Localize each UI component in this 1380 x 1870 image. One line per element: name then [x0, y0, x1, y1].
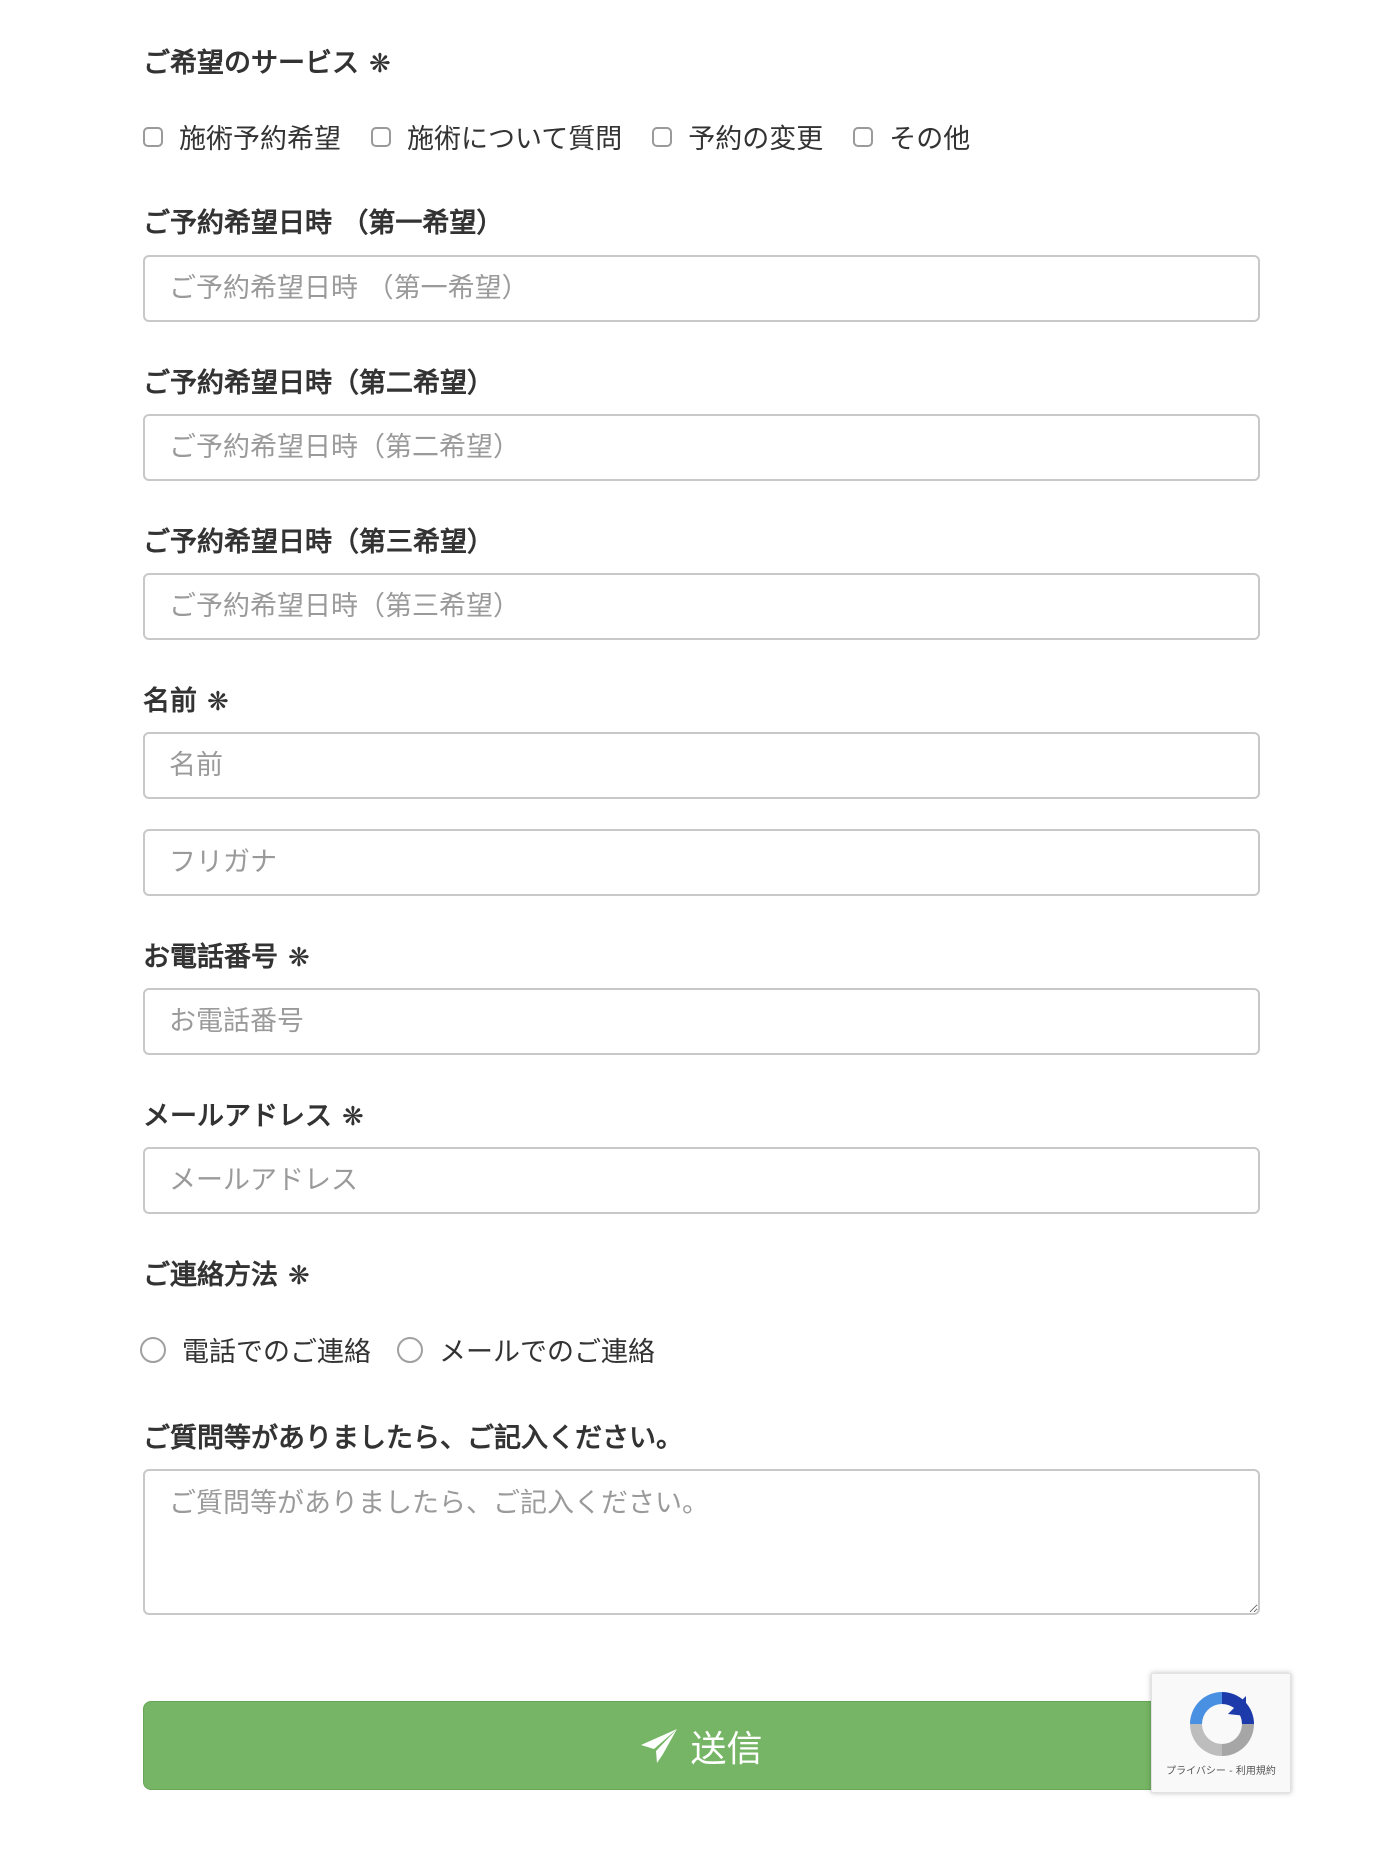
- date1-label: ご予約希望日時 （第一希望）: [143, 208, 504, 239]
- phone-input[interactable]: [143, 988, 1260, 1055]
- radio-button[interactable]: [397, 1336, 423, 1363]
- furigana-input[interactable]: [143, 829, 1260, 896]
- checkbox[interactable]: [143, 126, 163, 147]
- phone-label: お電話番号 ❋: [143, 944, 310, 971]
- checkbox[interactable]: [371, 126, 391, 147]
- required-mark: ❋: [342, 1102, 364, 1132]
- option-label: 予約の変更: [688, 124, 824, 155]
- contact-option-email[interactable]: メールでのご連絡: [397, 1330, 655, 1369]
- service-label: ご希望のサービス ❋: [143, 50, 391, 77]
- date3-input[interactable]: [143, 573, 1260, 640]
- question-textarea[interactable]: [143, 1469, 1260, 1615]
- name-label-text: 名前: [143, 686, 197, 717]
- required-mark: ❋: [288, 943, 310, 973]
- option-label: その他: [889, 124, 971, 155]
- phone-label-text: お電話番号: [143, 942, 278, 973]
- required-mark: ❋: [369, 49, 391, 79]
- submit-button[interactable]: 送信: [143, 1701, 1260, 1790]
- option-label: 施術について質問: [407, 124, 623, 155]
- contact-method-label-text: ご連絡方法: [143, 1260, 278, 1291]
- question-label: ご質問等がありましたら、ご記入ください。: [143, 1423, 683, 1454]
- service-option-other[interactable]: その他: [853, 117, 970, 156]
- service-option-treatment-question[interactable]: 施術について質問: [371, 117, 622, 156]
- option-label: 電話でのご連絡: [182, 1337, 371, 1368]
- name-label: 名前 ❋: [143, 688, 229, 715]
- recaptcha-badge[interactable]: プライバシー - 利用規約: [1151, 1673, 1291, 1793]
- email-label: メールアドレス ❋: [143, 1103, 364, 1130]
- option-label: 施術予約希望: [179, 124, 341, 155]
- recaptcha-privacy-terms[interactable]: プライバシー - 利用規約: [1152, 1762, 1290, 1777]
- date2-input[interactable]: [143, 414, 1260, 481]
- checkbox[interactable]: [652, 126, 673, 147]
- service-label-text: ご希望のサービス: [143, 48, 359, 79]
- contact-method-options: 電話でのご連絡 メールでのご連絡: [140, 1330, 655, 1369]
- submit-label: 送信: [690, 1728, 763, 1770]
- required-mark: ❋: [288, 1261, 310, 1291]
- service-options: 施術予約希望 施術について質問 予約の変更 その他: [143, 117, 970, 156]
- date3-label: ご予約希望日時（第三希望）: [143, 527, 494, 558]
- checkbox[interactable]: [853, 126, 874, 147]
- email-input[interactable]: [143, 1147, 1260, 1214]
- name-input[interactable]: [143, 732, 1260, 799]
- service-option-treatment-reservation[interactable]: 施術予約希望: [143, 117, 341, 156]
- service-option-change-reservation[interactable]: 予約の変更: [652, 117, 823, 156]
- paper-plane-icon: [641, 1728, 678, 1763]
- email-label-text: メールアドレス: [143, 1101, 332, 1132]
- radio-button[interactable]: [140, 1336, 166, 1363]
- date1-input[interactable]: [143, 255, 1260, 322]
- recaptcha-logo-icon: [1190, 1692, 1254, 1756]
- date2-label: ご予約希望日時（第二希望）: [143, 368, 494, 399]
- contact-method-label: ご連絡方法 ❋: [143, 1262, 310, 1289]
- required-mark: ❋: [207, 687, 229, 717]
- option-label: メールでのご連絡: [439, 1337, 655, 1368]
- contact-option-phone[interactable]: 電話でのご連絡: [140, 1330, 371, 1369]
